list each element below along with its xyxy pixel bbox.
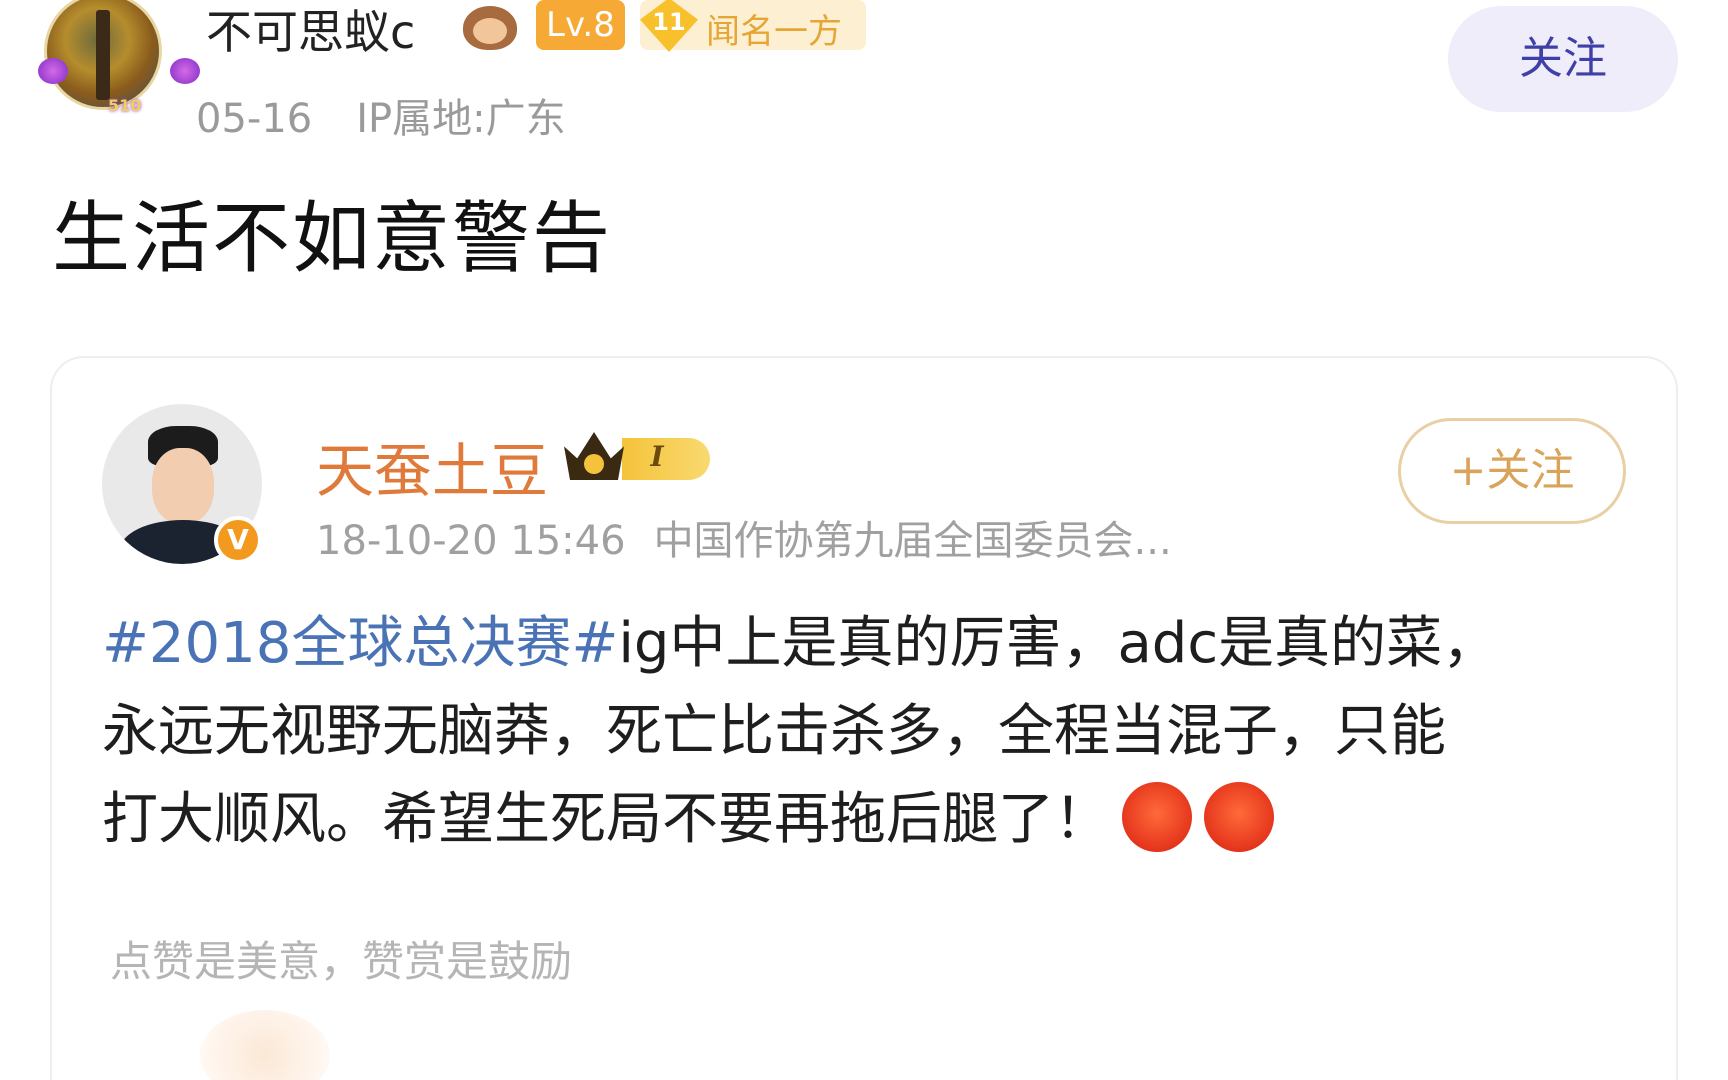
repost-line-1: #2018全球总决赛#ig中上是真的厉害，adc是真的菜， bbox=[102, 600, 1622, 688]
repost-line-3-text: 打大顺风。希望生死局不要再拖后腿了！ bbox=[102, 787, 1110, 852]
post-meta: 05-16 IP属地:广东 bbox=[196, 86, 566, 144]
post-date: 05-16 bbox=[196, 96, 313, 142]
angry-face-icon bbox=[1122, 781, 1192, 852]
repost-timestamp: 18-10-20 15:46 bbox=[316, 518, 626, 564]
post-username[interactable]: 不可思蚁c bbox=[206, 0, 415, 62]
hashtag-link[interactable]: #2018全球总决赛# bbox=[102, 611, 618, 676]
user-avatar[interactable]: 510 bbox=[38, 0, 200, 118]
crown-icon[interactable]: I bbox=[564, 428, 710, 486]
repost-line-3: 打大顺风。希望生死局不要再拖后腿了！ bbox=[102, 776, 1622, 864]
post-text: 生活不如意警告 bbox=[52, 194, 613, 284]
avatar-frame-decoration-left bbox=[38, 58, 68, 84]
follow-button[interactable]: 关注 bbox=[1448, 6, 1678, 112]
user-level-badge[interactable]: Lv.8 bbox=[536, 0, 625, 50]
repost-line-2: 永远无视野无脑莽，死亡比击杀多，全程当混子，只能 bbox=[102, 699, 1446, 764]
repost-source: 中国作协第九届全国委员会... bbox=[653, 518, 1172, 564]
avatar-frame-tag: 510 bbox=[108, 96, 142, 115]
post-ip-location: IP属地:广东 bbox=[356, 96, 566, 142]
fan-level-badge[interactable]: 11 闻名一方 bbox=[640, 0, 866, 52]
repost-follow-button[interactable]: +关注 bbox=[1398, 418, 1626, 524]
repost-username[interactable]: 天蚕土豆 bbox=[316, 424, 548, 508]
avatar-frame-decoration-right bbox=[170, 58, 200, 84]
repost-meta: 18-10-20 15:46 中国作协第九届全国委员会... bbox=[316, 508, 1172, 566]
verified-icon: V bbox=[214, 516, 262, 564]
see-no-evil-monkey-icon bbox=[457, 2, 521, 52]
fan-badge-title: 闻名一方 bbox=[706, 12, 842, 52]
crown-level: I bbox=[650, 440, 664, 473]
reward-prompt: 点赞是美意，赞赏是鼓励 bbox=[110, 937, 573, 986]
repost-line-1-text: ig中上是真的厉害，adc是真的菜， bbox=[618, 611, 1499, 676]
avatar-tree-graphic bbox=[96, 10, 110, 100]
repost-content: #2018全球总决赛#ig中上是真的厉害，adc是真的菜， 永远无视野无脑莽，死… bbox=[102, 600, 1622, 864]
fan-badge-number: 11 bbox=[652, 8, 686, 36]
angry-face-icon bbox=[1204, 781, 1274, 852]
